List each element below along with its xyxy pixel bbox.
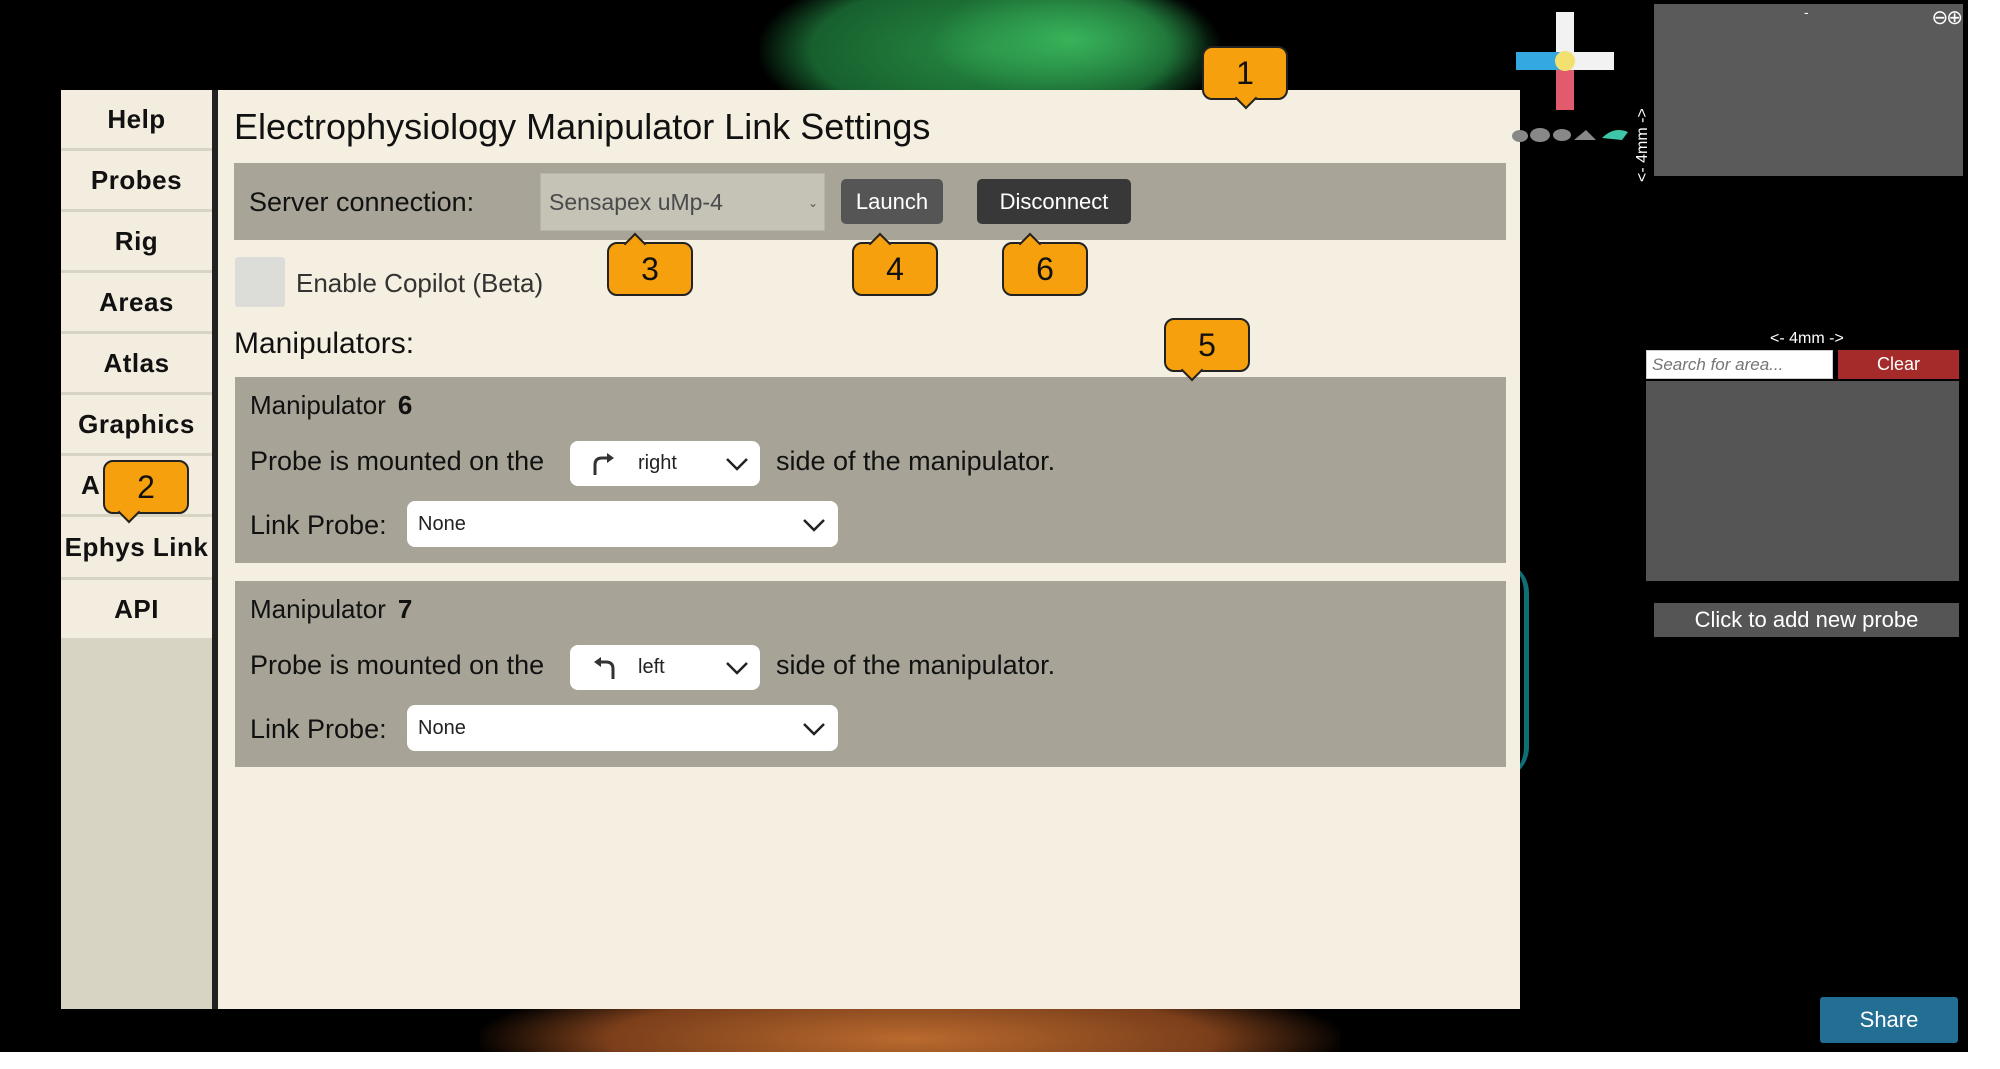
clear-search-button[interactable]: Clear bbox=[1838, 350, 1959, 379]
annotation-callout: 6 bbox=[1002, 232, 1088, 296]
mount-side-prefix: Probe is mounted on the bbox=[250, 446, 545, 476]
mount-side-select[interactable]: right bbox=[570, 441, 760, 486]
link-probe-select[interactable]: None bbox=[407, 705, 838, 751]
manipulator-card: Manipulator 6 Probe is mounted on the rig… bbox=[235, 377, 1506, 563]
axis-orientation-widget[interactable] bbox=[1508, 10, 1618, 120]
scale-bar-vertical: <- 4mm -> bbox=[1634, 108, 1651, 182]
turn-left-arrow-icon bbox=[594, 657, 615, 679]
sidebar-item-ephys-link[interactable]: Ephys Link bbox=[61, 517, 212, 577]
mount-side-select[interactable]: left bbox=[570, 645, 760, 690]
link-probe-value: None bbox=[418, 717, 466, 739]
manipulator-id: 7 bbox=[397, 594, 413, 624]
sidebar-item-api[interactable]: API bbox=[61, 580, 212, 638]
species-selector-icons[interactable] bbox=[1510, 122, 1630, 144]
scene-viewport[interactable]: Help Probes Rig Areas Atlas Graphics A E… bbox=[0, 0, 1968, 1052]
annotation-callout-number: 2 bbox=[137, 468, 155, 505]
top-view-separator: - bbox=[1804, 4, 1809, 20]
server-connection-label: Server connection: bbox=[249, 187, 475, 217]
link-probe-value: None bbox=[418, 513, 466, 535]
annotation-callout: 2 bbox=[103, 460, 189, 524]
annotation-callout-number: 5 bbox=[1198, 326, 1216, 363]
chevron-down-icon bbox=[803, 519, 825, 532]
manipulator-title: Manipulator 6 bbox=[250, 390, 412, 421]
server-type-select-value: Sensapex uMp-4 bbox=[549, 189, 723, 215]
annotation-callout: 1 bbox=[1202, 46, 1288, 110]
ephys-link-settings-panel: Electrophysiology Manipulator Link Setti… bbox=[218, 90, 1520, 1009]
zoom-out-icon[interactable]: ⊖ bbox=[1931, 7, 1948, 29]
link-probe-label: Link Probe: bbox=[250, 510, 387, 540]
chevron-down-icon bbox=[726, 458, 748, 471]
chevron-down-icon bbox=[803, 723, 825, 736]
add-probe-button[interactable]: Click to add new probe bbox=[1654, 603, 1959, 637]
copilot-checkbox[interactable] bbox=[235, 257, 285, 307]
link-probe-label: Link Probe: bbox=[250, 714, 387, 744]
manipulator-id: 6 bbox=[397, 390, 413, 420]
share-button[interactable]: Share bbox=[1820, 997, 1958, 1043]
server-connection-bar: Server connection: Sensapex uMp-4 ⌄ Laun… bbox=[234, 163, 1506, 240]
sidebar-item-help[interactable]: Help bbox=[61, 90, 212, 148]
settings-sidebar: Help Probes Rig Areas Atlas Graphics A E… bbox=[61, 90, 212, 1009]
top-view-panel[interactable]: - ⊖⊕ bbox=[1654, 4, 1963, 176]
zoom-controls[interactable]: ⊖⊕ bbox=[1931, 5, 1963, 30]
manipulator-card: Manipulator 7 Probe is mounted on the lef… bbox=[235, 581, 1506, 767]
mount-side-prefix: Probe is mounted on the bbox=[250, 650, 545, 680]
annotation-callout-number: 6 bbox=[1036, 250, 1054, 287]
zoom-in-icon[interactable]: ⊕ bbox=[1946, 7, 1963, 29]
server-type-select[interactable]: Sensapex uMp-4 ⌄ bbox=[540, 173, 825, 231]
annotation-callout-number: 3 bbox=[641, 250, 659, 287]
disconnect-button[interactable]: Disconnect bbox=[977, 179, 1131, 224]
turn-right-arrow-icon bbox=[593, 453, 614, 475]
annotation-callout: 5 bbox=[1164, 318, 1250, 382]
annotation-callout: 3 bbox=[607, 232, 693, 296]
scale-bar-horizontal: <- 4mm -> bbox=[1770, 330, 1844, 347]
area-search-input[interactable] bbox=[1646, 350, 1833, 379]
annotation-callout-number: 4 bbox=[886, 250, 904, 287]
manipulator-title-label: Manipulator bbox=[250, 594, 386, 624]
manipulators-heading: Manipulators: bbox=[234, 327, 415, 360]
mount-side-suffix: side of the manipulator. bbox=[776, 650, 1056, 680]
mount-side-value: left bbox=[638, 656, 665, 678]
copilot-label: Enable Copilot (Beta) bbox=[296, 268, 544, 298]
area-list[interactable] bbox=[1646, 381, 1959, 581]
sidebar-item-graphics[interactable]: Graphics bbox=[61, 395, 212, 453]
page-title: Electrophysiology Manipulator Link Setti… bbox=[234, 106, 931, 147]
sidebar-item-atlas[interactable]: Atlas bbox=[61, 334, 212, 392]
mount-side-suffix: side of the manipulator. bbox=[776, 446, 1056, 476]
link-probe-select[interactable]: None bbox=[407, 501, 838, 547]
sidebar-item-probes[interactable]: Probes bbox=[61, 151, 212, 209]
mount-side-value: right bbox=[638, 452, 677, 474]
manipulator-title-label: Manipulator bbox=[250, 390, 386, 420]
manipulator-title: Manipulator 7 bbox=[250, 594, 412, 625]
sidebar-item-rig[interactable]: Rig bbox=[61, 212, 212, 270]
chevron-down-icon bbox=[726, 662, 748, 675]
brain-render-top-highlight bbox=[930, 0, 1210, 100]
sidebar-item-areas[interactable]: Areas bbox=[61, 273, 212, 331]
launch-button[interactable]: Launch bbox=[841, 179, 943, 224]
chevron-down-icon: ⌄ bbox=[807, 196, 818, 210]
annotation-callout: 4 bbox=[852, 232, 938, 296]
